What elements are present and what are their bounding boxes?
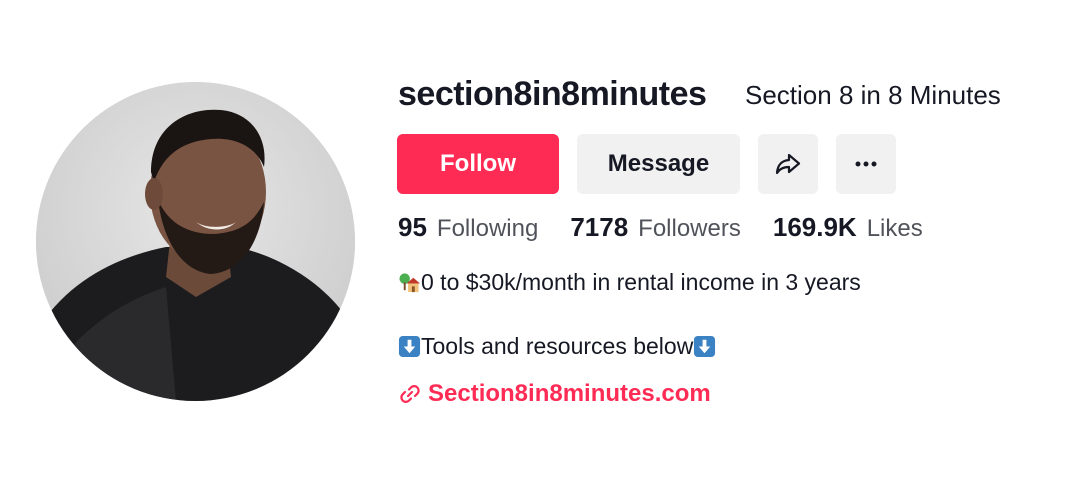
likes-label: Likes [866,215,923,242]
share-button[interactable] [758,134,818,194]
bio-line-2: Tools and resources below [398,330,716,362]
followers-label: Followers [638,215,741,242]
following-count: 95 [398,212,427,242]
more-dots-icon [855,161,877,167]
profile-stats: 95 Following 7178 Followers 169.9K Likes [398,212,923,252]
likes-stat: 169.9K Likes [773,212,923,243]
following-label: Following [436,215,539,242]
follow-button[interactable]: Follow [397,134,559,194]
bio-text-2: Tools and resources below [421,333,694,359]
display-name: Section 8 in 8 Minutes [745,80,1001,110]
username: section8in8minutes [398,75,707,113]
bio-text-1: 0 to $30k/month in rental income in 3 ye… [421,269,861,295]
down-arrow-icon [398,335,421,358]
share-arrow-icon [775,153,801,175]
link-text[interactable]: Section8in8minutes.com [428,380,711,408]
avatar[interactable] [36,82,355,401]
message-button[interactable]: Message [577,134,740,194]
link-icon [400,385,420,403]
avatar-photo [36,82,355,401]
bio-line-1: 0 to $30k/month in rental income in 3 ye… [398,266,861,298]
down-arrow-icon [693,335,716,358]
likes-count: 169.9K [772,212,857,242]
following-stat[interactable]: 95 Following [398,212,538,243]
profile-header: section8in8minutes Section 8 in 8 Minute… [0,0,1080,488]
followers-count: 7178 [570,212,629,242]
profile-link[interactable]: Section8in8minutes.com [398,380,711,408]
more-options-button[interactable] [836,134,896,194]
followers-stat[interactable]: 7178 Followers [570,212,741,243]
house-with-tree-icon [398,271,421,294]
